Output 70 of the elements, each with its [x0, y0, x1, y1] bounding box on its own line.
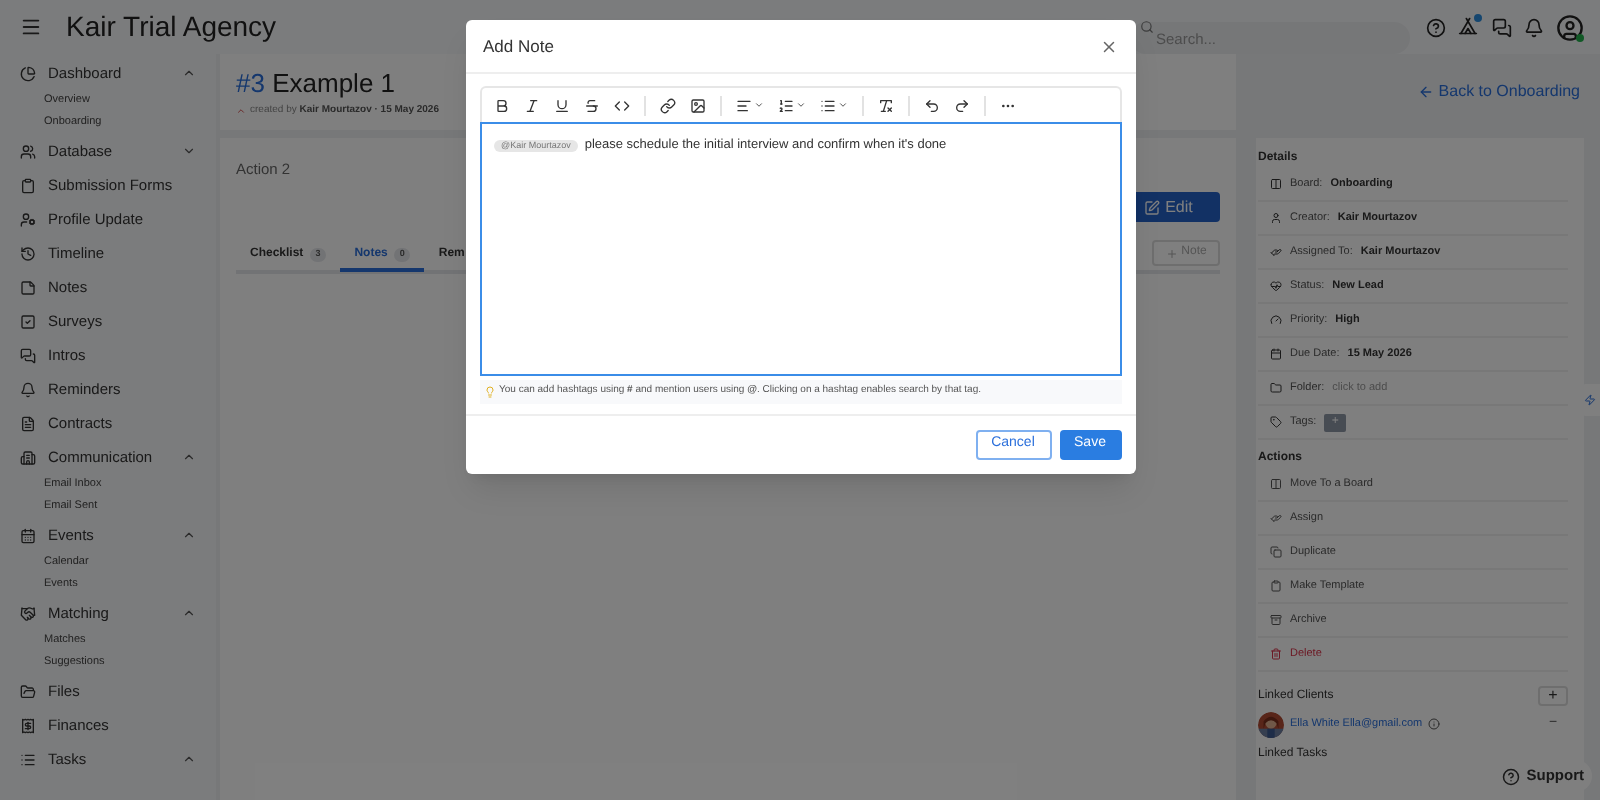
underline-icon[interactable]	[553, 97, 569, 113]
folder-icon	[1270, 382, 1282, 394]
user-icon	[1270, 212, 1282, 224]
code-icon[interactable]	[613, 97, 629, 113]
calendar-icon	[1270, 348, 1282, 360]
edit-icon	[1143, 199, 1160, 215]
chevron-up-icon[interactable]	[182, 606, 196, 620]
chevron-up-icon[interactable]	[182, 66, 196, 80]
info-icon[interactable]	[1428, 718, 1441, 730]
handshake-icon	[20, 605, 36, 621]
calendar-icon	[20, 527, 36, 543]
arrow-left-icon	[1418, 84, 1435, 100]
search-icon	[1140, 20, 1154, 34]
task-title: #3 Example 1	[236, 66, 398, 102]
chevron-up-icon[interactable]	[182, 752, 196, 766]
hand-icon	[1270, 512, 1282, 524]
building-icon	[20, 449, 36, 465]
copy-icon	[1270, 546, 1282, 558]
clear-format-icon[interactable]	[877, 97, 893, 113]
back-link[interactable]: Back to Onboarding	[1418, 80, 1580, 104]
trash-icon	[1270, 648, 1282, 660]
close-icon[interactable]	[1099, 37, 1117, 55]
chat-icon	[20, 347, 36, 363]
lightning-icon	[1584, 394, 1596, 406]
app-title: Kair Trial Agency	[66, 8, 277, 46]
note-icon	[20, 279, 36, 295]
heart-icon	[1270, 280, 1282, 292]
document-icon	[20, 415, 36, 431]
chat-icon[interactable]	[1492, 17, 1512, 37]
clipboard-icon	[1270, 580, 1282, 592]
tent-icon[interactable]	[1458, 16, 1480, 38]
avatar-icon[interactable]	[1556, 13, 1584, 41]
checkbox-icon	[20, 313, 36, 329]
menu-icon[interactable]	[20, 16, 42, 38]
archive-icon	[1270, 614, 1282, 626]
history-icon	[20, 245, 36, 261]
strikethrough-icon[interactable]	[583, 97, 599, 113]
bold-icon[interactable]	[493, 97, 509, 113]
clipboard-icon	[20, 177, 36, 193]
receipt-icon	[20, 717, 36, 733]
hand-icon	[1270, 246, 1282, 258]
bell-icon	[20, 381, 36, 397]
link-icon[interactable]	[659, 97, 675, 113]
folder-icon	[20, 683, 36, 699]
image-icon[interactable]	[689, 97, 705, 113]
users-icon	[20, 143, 36, 159]
bell-icon[interactable]	[1524, 17, 1544, 37]
plus-icon	[1165, 247, 1178, 259]
help-icon[interactable]	[1426, 17, 1446, 37]
board-icon	[1270, 478, 1282, 490]
pie-chart-icon	[20, 65, 36, 81]
add-client-button[interactable]: +	[1538, 686, 1568, 706]
list-icon	[20, 751, 36, 767]
board-icon	[1270, 178, 1282, 190]
undo-icon[interactable]	[923, 97, 939, 113]
chevron-up-icon[interactable]	[182, 450, 196, 464]
bullet-list-icon[interactable]	[819, 97, 847, 113]
tag-icon	[1270, 416, 1282, 428]
help-icon	[1502, 767, 1521, 785]
redo-icon[interactable]	[953, 97, 969, 113]
lightbulb-icon	[483, 386, 495, 398]
numbered-list-icon[interactable]	[777, 97, 805, 113]
gauge-icon	[1270, 314, 1282, 326]
chevron-up-icon	[236, 105, 246, 116]
chevron-up-icon[interactable]	[182, 528, 196, 542]
dialog-title: Add Note	[483, 33, 556, 59]
user-gear-icon	[20, 211, 36, 227]
italic-icon[interactable]	[523, 97, 539, 113]
align-icon[interactable]	[735, 97, 763, 113]
chevron-down-icon[interactable]	[182, 144, 196, 158]
